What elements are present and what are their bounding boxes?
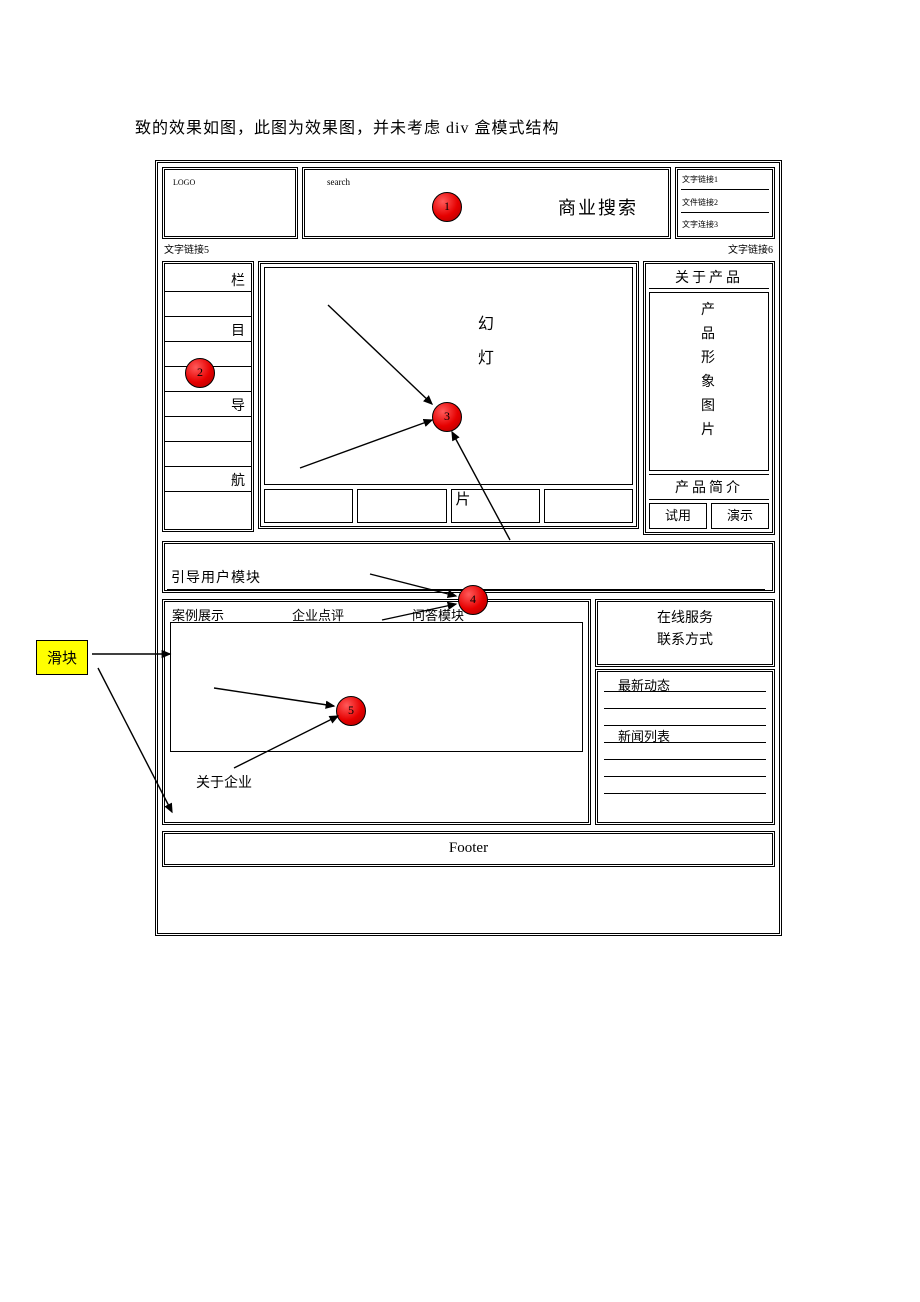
logo-box: LOGO — [162, 167, 298, 239]
tab-gap — [346, 605, 410, 621]
slider-label: 滑块 — [36, 640, 88, 675]
callout-1: 1 — [432, 192, 462, 222]
product-intro: 产品简介 — [649, 474, 769, 500]
header-row: LOGO search 商业搜索 文字链接1 文件链接2 文字连接3 — [162, 167, 775, 239]
service-column: 在线服务 联系方式 最新动态 新闻列表 — [595, 599, 775, 825]
callout-4: 4 — [458, 585, 488, 615]
callout-3: 3 — [432, 402, 462, 432]
guide-label: 引导用户模块 — [171, 567, 261, 587]
main-row: 栏 目 导 航 幻 灯 片 — [162, 261, 775, 535]
nav-item-2[interactable]: 目 — [165, 317, 251, 342]
nav-spacer — [165, 417, 251, 442]
nav-item-3[interactable]: 导 — [165, 392, 251, 417]
search-label: search — [327, 177, 350, 187]
thumb-3[interactable]: 片 — [451, 489, 540, 523]
about-enterprise: 关于企业 — [196, 772, 583, 792]
news-line — [604, 692, 766, 709]
header-link-1[interactable]: 文字链接1 — [681, 172, 769, 190]
tab-review[interactable]: 企业点评 — [290, 605, 346, 621]
nav-spacer — [165, 442, 251, 467]
product-panel: 关于产品 产 品 形 象 图 片 产品简介 试用 演示 — [643, 261, 775, 535]
news-latest[interactable]: 最新动态 — [604, 675, 766, 692]
thumb-1[interactable] — [264, 489, 353, 523]
slideshow-main[interactable]: 幻 灯 — [264, 267, 633, 485]
header-links: 文字链接1 文件链接2 文字连接3 — [675, 167, 775, 239]
product-title: 关于产品 — [649, 267, 769, 289]
thumb-2[interactable] — [357, 489, 446, 523]
try-button[interactable]: 试用 — [649, 503, 707, 529]
tab-case[interactable]: 案例展示 — [170, 605, 226, 621]
left-nav: 栏 目 导 航 — [162, 261, 254, 532]
news-line — [604, 709, 766, 726]
tab-qa[interactable]: 问答模块 — [410, 605, 466, 621]
product-buttons: 试用 演示 — [649, 503, 769, 529]
slideshow-label: 幻 灯 — [478, 308, 495, 376]
nav-spacer — [165, 492, 251, 516]
thumb-4[interactable] — [544, 489, 633, 523]
sublink-left[interactable]: 文字链接5 — [164, 241, 209, 256]
tabs-panel: 案例展示 企业点评 问答模块 关于企业 — [162, 599, 591, 825]
nav-label: 导 — [231, 395, 245, 415]
footer: Footer — [162, 831, 775, 867]
contact-info[interactable]: 联系方式 — [598, 630, 772, 652]
header-link-2[interactable]: 文件链接2 — [681, 195, 769, 213]
sublink-right[interactable]: 文字链接6 — [728, 241, 773, 256]
news-line — [604, 777, 766, 794]
product-image: 产 品 形 象 图 片 — [649, 292, 769, 471]
nav-item-4[interactable]: 航 — [165, 467, 251, 492]
lower-row: 案例展示 企业点评 问答模块 关于企业 在线服务 联系方式 最新动态 — [162, 599, 775, 825]
search-box[interactable]: search 商业搜索 — [302, 167, 671, 239]
slideshow-panel: 幻 灯 片 — [258, 261, 639, 529]
search-title: 商业搜索 — [558, 194, 638, 220]
header-link-3[interactable]: 文字连接3 — [681, 217, 769, 234]
logo-text: LOGO — [173, 178, 195, 187]
news-box: 最新动态 新闻列表 — [595, 669, 775, 825]
page-caption: 致的效果如图，此图为效果图，并未考虑 div 盒模式结构 — [135, 114, 559, 138]
callout-2: 2 — [185, 358, 215, 388]
news-line — [604, 743, 766, 760]
tab-header: 案例展示 企业点评 问答模块 — [170, 605, 583, 621]
online-service[interactable]: 在线服务 — [598, 608, 772, 630]
wireframe-frame: LOGO search 商业搜索 文字链接1 文件链接2 文字连接3 文字链接5… — [155, 160, 782, 936]
nav-label: 航 — [231, 470, 245, 490]
demo-button[interactable]: 演示 — [711, 503, 769, 529]
service-box: 在线服务 联系方式 — [595, 599, 775, 667]
sub-link-bar: 文字链接5 文字链接6 — [162, 239, 775, 259]
nav-label: 栏 — [231, 270, 245, 290]
callout-5: 5 — [336, 696, 366, 726]
tab-body — [170, 622, 583, 752]
nav-label: 目 — [231, 320, 245, 340]
tab-gap — [226, 605, 290, 621]
news-line — [604, 760, 766, 777]
slideshow-thumbs: 片 — [264, 489, 633, 523]
nav-spacer — [165, 292, 251, 317]
news-list[interactable]: 新闻列表 — [604, 726, 766, 743]
thumb-label: 片 — [456, 488, 471, 509]
nav-item-1[interactable]: 栏 — [165, 267, 251, 292]
